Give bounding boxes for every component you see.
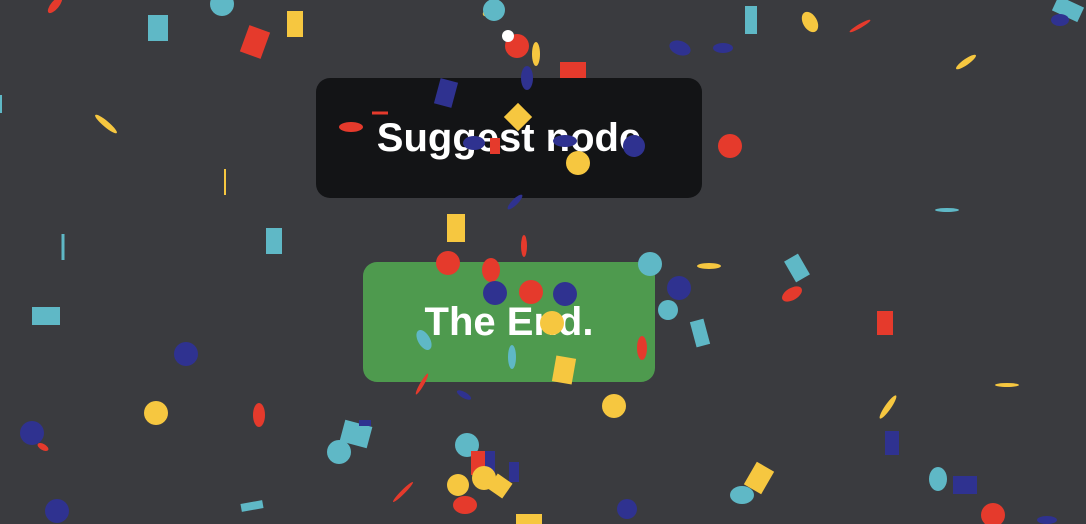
confetti-piece xyxy=(697,263,721,269)
suggest-node-panel[interactable]: Suggest node xyxy=(316,78,702,198)
the-end-label: The End. xyxy=(424,299,594,344)
confetti-piece xyxy=(45,499,69,523)
confetti-piece xyxy=(287,11,303,37)
confetti-piece xyxy=(1037,516,1057,524)
confetti-piece xyxy=(929,467,947,491)
confetti-piece xyxy=(239,25,271,59)
confetti-piece xyxy=(730,486,754,504)
confetti-piece xyxy=(879,395,897,419)
confetti-piece xyxy=(37,443,49,451)
confetti-piece xyxy=(849,19,871,33)
confetti-piece xyxy=(521,235,527,257)
confetti-piece xyxy=(148,15,168,41)
confetti-piece xyxy=(482,5,498,17)
confetti-piece xyxy=(456,390,472,400)
confetti-piece xyxy=(509,462,519,482)
confetti-piece xyxy=(617,499,637,519)
confetti-piece xyxy=(743,461,775,495)
confetti-piece xyxy=(472,466,496,490)
confetti-piece xyxy=(487,473,513,499)
confetti-piece xyxy=(447,474,469,496)
confetti-piece xyxy=(877,311,893,335)
confetti-piece xyxy=(669,40,691,56)
confetti-piece xyxy=(689,318,711,348)
confetti-piece xyxy=(1051,14,1069,26)
confetti-piece xyxy=(20,421,44,445)
confetti-piece xyxy=(32,307,60,325)
confetti-piece xyxy=(47,0,63,14)
confetti-piece xyxy=(658,300,678,320)
confetti-piece xyxy=(516,514,542,524)
confetti-piece xyxy=(144,401,168,425)
confetti-piece xyxy=(602,394,626,418)
confetti-piece xyxy=(532,42,540,66)
confetti-piece xyxy=(174,342,198,366)
confetti-piece xyxy=(885,431,899,455)
confetti-piece xyxy=(455,433,479,457)
confetti-piece xyxy=(327,440,351,464)
confetti-piece xyxy=(359,420,371,426)
confetti-piece xyxy=(61,234,65,260)
confetti-stage: Suggest node The End. xyxy=(0,0,1086,524)
confetti-piece xyxy=(981,503,1005,524)
confetti-piece xyxy=(935,208,959,212)
confetti-piece xyxy=(667,276,691,300)
confetti-piece xyxy=(393,482,413,502)
confetti-piece xyxy=(95,114,117,134)
confetti-piece xyxy=(953,476,977,494)
confetti-piece xyxy=(713,43,733,53)
suggest-node-label: Suggest node xyxy=(376,115,642,160)
confetti-piece xyxy=(801,11,819,33)
confetti-piece xyxy=(339,419,373,449)
confetti-piece xyxy=(224,169,226,195)
confetti-piece xyxy=(1051,0,1085,23)
confetti-piece xyxy=(240,500,264,512)
confetti-piece xyxy=(956,54,976,70)
confetti-piece xyxy=(560,62,586,78)
confetti-piece xyxy=(253,403,265,427)
confetti-piece xyxy=(784,253,810,283)
confetti-piece xyxy=(471,451,485,475)
confetti-piece xyxy=(447,214,465,242)
confetti-piece xyxy=(485,451,495,473)
confetti-piece xyxy=(453,496,477,514)
confetti-piece xyxy=(483,0,505,21)
confetti-piece xyxy=(266,228,282,254)
confetti-piece xyxy=(995,383,1019,387)
confetti-piece xyxy=(502,30,514,42)
confetti-piece xyxy=(718,134,742,158)
the-end-panel: The End. xyxy=(363,262,655,382)
confetti-piece xyxy=(782,286,802,302)
confetti-piece xyxy=(745,6,757,34)
confetti-piece xyxy=(210,0,234,16)
confetti-piece xyxy=(505,34,529,58)
confetti-piece xyxy=(0,95,2,113)
